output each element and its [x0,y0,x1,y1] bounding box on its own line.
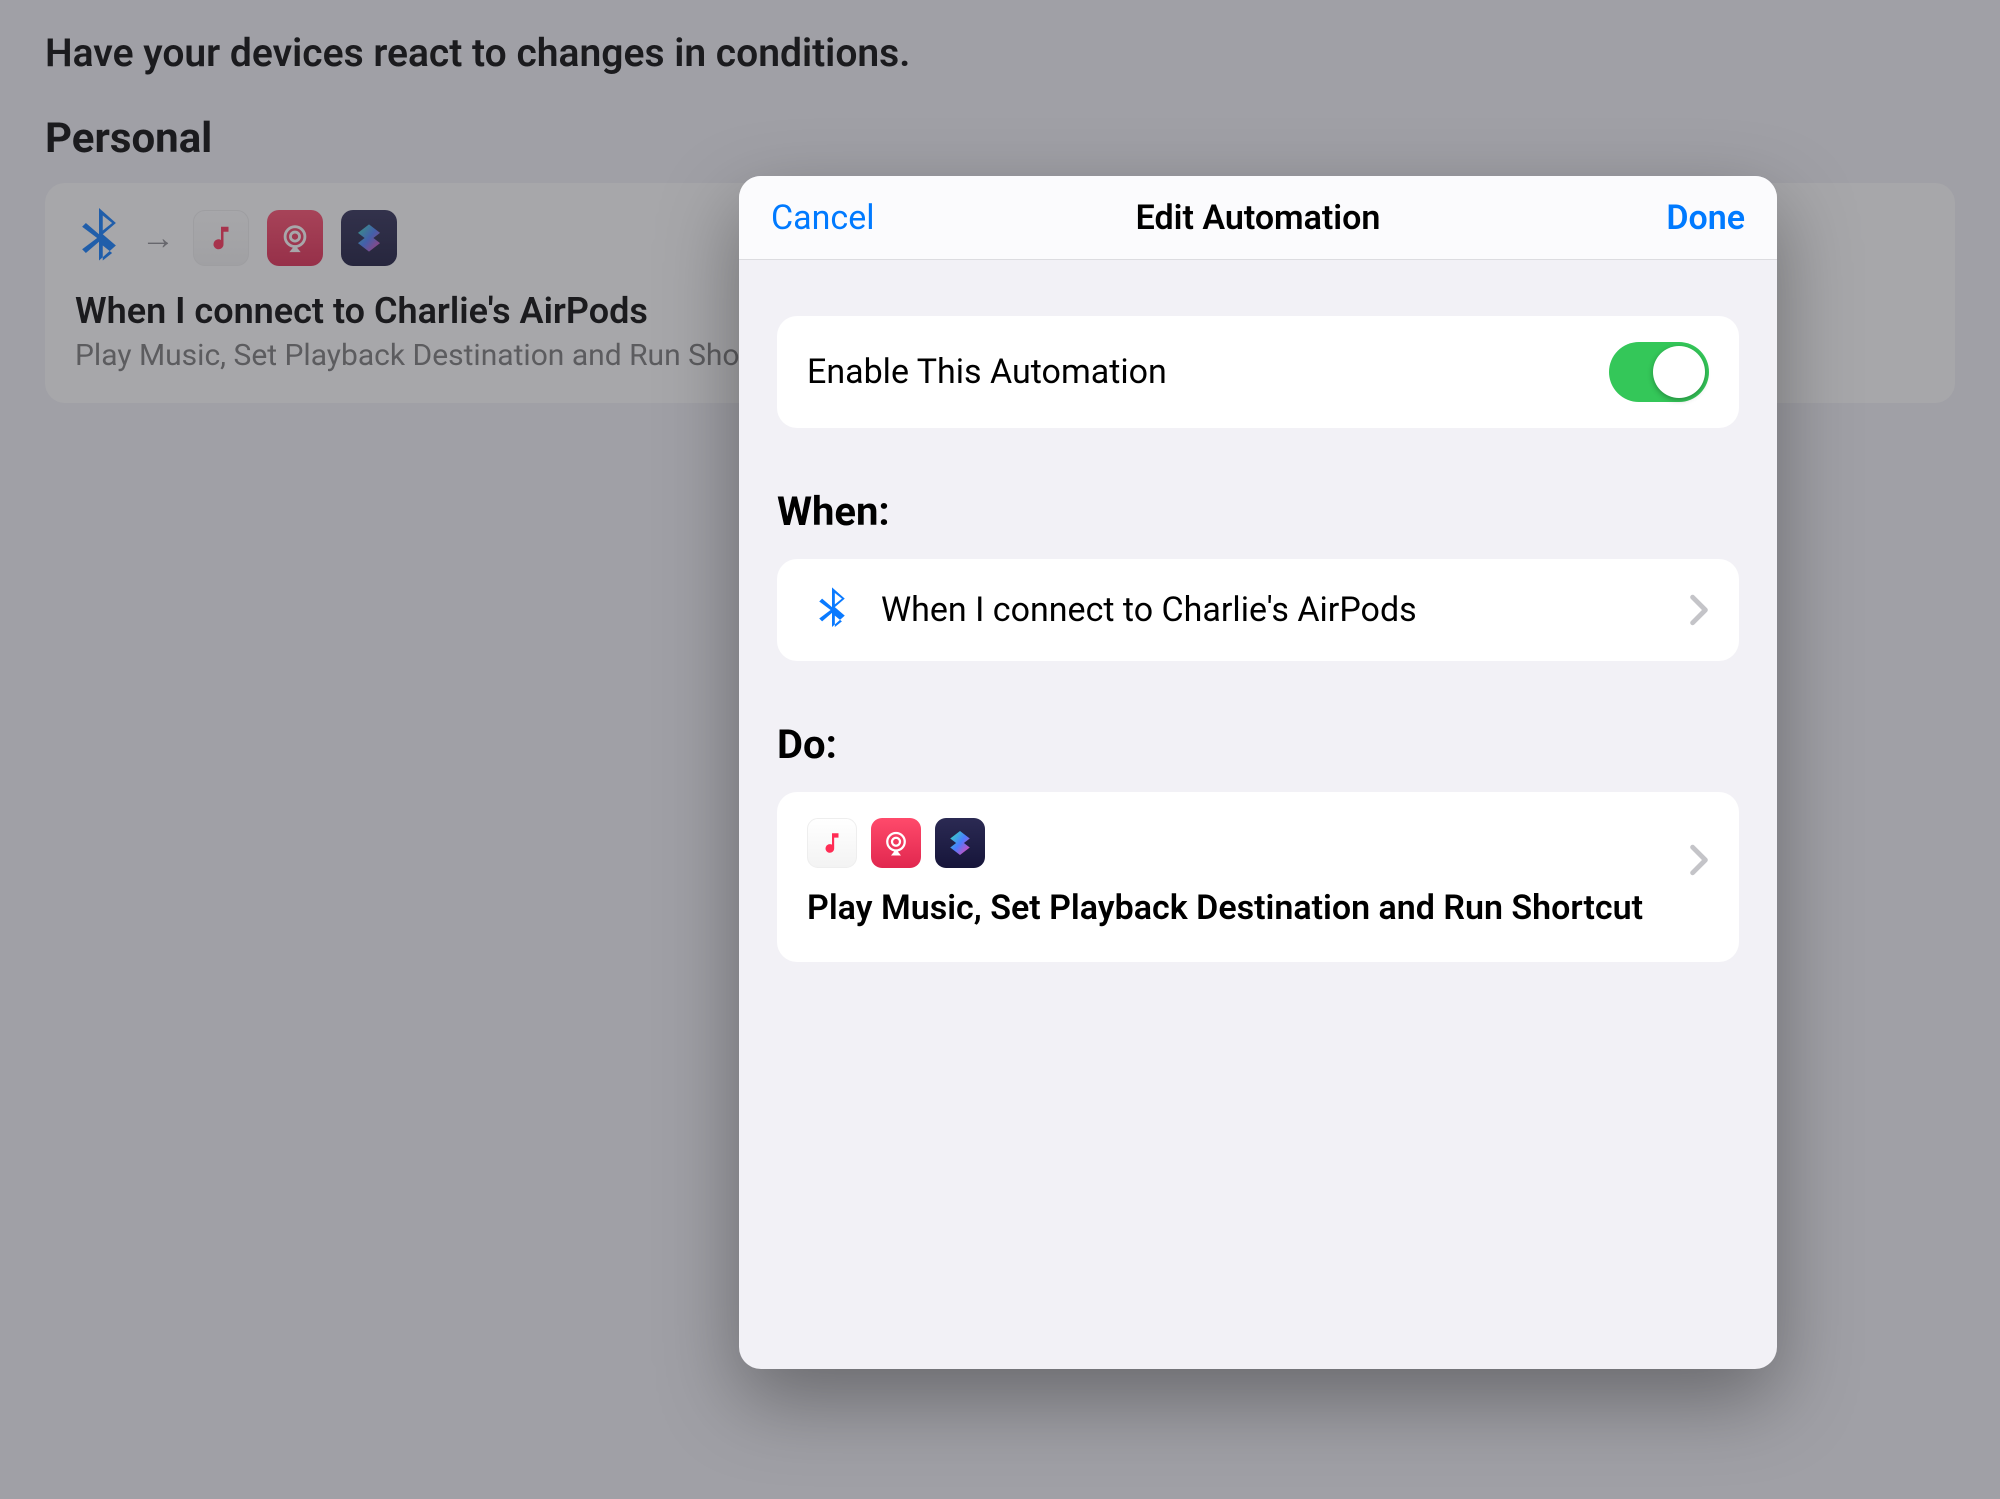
enable-automation-row: Enable This Automation [777,316,1739,428]
do-text: Play Music, Set Playback Destination and… [807,886,1669,932]
modal-header: Cancel Edit Automation Done [739,176,1777,260]
bluetooth-icon [807,585,857,635]
edit-automation-modal: Cancel Edit Automation Done Enable This … [739,176,1777,1369]
music-icon [807,818,857,868]
enable-automation-label: Enable This Automation [807,352,1585,392]
when-row[interactable]: When I connect to Charlie's AirPods [777,559,1739,661]
shortcuts-icon [935,818,985,868]
modal-body: Enable This Automation When: When I conn… [739,260,1777,1369]
do-icons [807,818,1669,868]
modal-title: Edit Automation [739,198,1777,238]
toggle-knob [1653,346,1705,398]
do-heading: Do: [777,721,1739,768]
when-card: When I connect to Charlie's AirPods [777,559,1739,661]
enable-automation-card: Enable This Automation [777,316,1739,428]
do-row[interactable]: Play Music, Set Playback Destination and… [777,792,1739,962]
cancel-button[interactable]: Cancel [771,198,875,238]
chevron-right-icon [1689,594,1709,626]
enable-automation-toggle[interactable] [1609,342,1709,402]
airplay-icon [871,818,921,868]
when-text: When I connect to Charlie's AirPods [881,590,1665,630]
when-heading: When: [777,488,1739,535]
chevron-right-icon [1689,844,1709,876]
do-card: Play Music, Set Playback Destination and… [777,792,1739,962]
done-button[interactable]: Done [1666,198,1745,238]
